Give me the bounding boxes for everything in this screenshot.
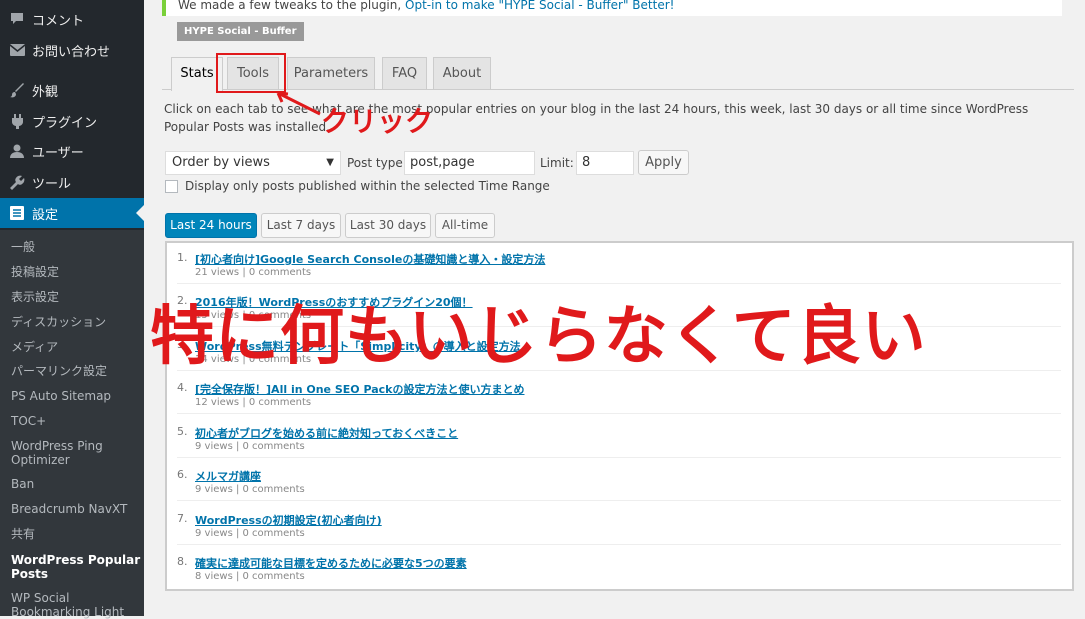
time-range-checkbox[interactable] <box>165 180 178 193</box>
entry-stats: 9 views | 0 comments <box>195 528 305 539</box>
tools-highlight-box <box>216 53 286 93</box>
notice-text: We made a few tweaks to the plugin, <box>178 0 406 12</box>
entry-stats: 9 views | 0 comments <box>195 484 305 495</box>
entry-number: 6. <box>177 468 188 481</box>
admin-sidebar: コメント お問い合わせ 外観 プラグイン ユーザー ツール 設定 一般 投稿設定… <box>0 0 144 619</box>
entry-divider <box>177 283 1061 284</box>
entry-number: 1. <box>177 251 188 264</box>
annotation-arrow-icon <box>276 91 321 116</box>
settings-submenu: 一般 投稿設定 表示設定 ディスカッション メディア パーマリンク設定 PS A… <box>0 230 144 619</box>
submenu-popular-posts[interactable]: WordPress Popular Posts <box>11 553 141 581</box>
entry-title-link[interactable]: 確実に達成可能な目標を定めるために必要な5つの要素 <box>195 555 467 571</box>
submenu-ping-optimizer[interactable]: WordPress Ping Optimizer <box>11 439 141 467</box>
tab-about[interactable]: About <box>433 57 491 89</box>
submenu-share[interactable]: 共有 <box>11 527 141 541</box>
settings-icon <box>8 204 26 222</box>
notice-optin-link[interactable]: Opt-in to make "HYPE Social - Buffer" Be… <box>405 0 674 12</box>
mail-icon <box>8 41 26 59</box>
menu-label: 外観 <box>32 84 59 100</box>
submenu-breadcrumb[interactable]: Breadcrumb NavXT <box>11 502 141 516</box>
time-range-checkbox-label: Display only posts published within the … <box>185 179 550 193</box>
post-type-input[interactable]: post,page <box>404 151 535 175</box>
menu-appearance[interactable]: 外観 <box>0 75 144 105</box>
range-all-time[interactable]: All-time <box>435 213 495 238</box>
entry-stats: 8 views | 0 comments <box>195 571 305 582</box>
entry-title-link[interactable]: [初心者向け]Google Search Consoleの基礎知識と導入・設定方… <box>195 251 545 267</box>
plugin-badge: HYPE Social - Buffer <box>177 22 304 41</box>
active-arrow <box>136 205 144 221</box>
entry-number: 4. <box>177 381 188 394</box>
entry-title-link[interactable]: WordPressの初期設定(初心者向け) <box>195 512 382 528</box>
entry-stats: 9 views | 0 comments <box>195 441 305 452</box>
menu-label: お問い合わせ <box>32 44 111 60</box>
menu-contact[interactable]: お問い合わせ <box>0 35 144 65</box>
tab-parameters[interactable]: Parameters <box>287 57 375 89</box>
entry-title-link[interactable]: メルマガ講座 <box>195 468 261 484</box>
post-type-label: Post type: <box>347 156 407 170</box>
entry-title-link[interactable]: 初心者がブログを始める前に絶対知っておくべきこと <box>195 425 458 441</box>
order-by-select[interactable]: Order by views ▼ <box>165 151 341 175</box>
user-icon <box>8 142 26 160</box>
menu-label: ツール <box>32 176 72 192</box>
menu-users[interactable]: ユーザー <box>0 136 144 166</box>
menu-tools[interactable]: ツール <box>0 167 144 197</box>
submenu-discussion[interactable]: ディスカッション <box>11 315 141 329</box>
click-annotation: クリック <box>321 105 434 138</box>
entry-divider <box>177 500 1061 501</box>
entry-divider <box>177 457 1061 458</box>
entry-stats: 12 views | 0 comments <box>195 397 312 408</box>
menu-comments[interactable]: コメント <box>0 4 144 34</box>
limit-input[interactable]: 8 <box>576 151 634 175</box>
submenu-general[interactable]: 一般 <box>11 240 141 254</box>
submenu-media[interactable]: メディア <box>11 340 141 354</box>
wrench-icon <box>8 173 26 191</box>
menu-label: 設定 <box>32 207 59 223</box>
submenu-toc[interactable]: TOC+ <box>11 414 141 428</box>
menu-label: プラグイン <box>32 115 98 131</box>
entry-title-link[interactable]: [完全保存版！]All in One SEO Packの設定方法と使い方まとめ <box>195 381 524 397</box>
range-last-30-days[interactable]: Last 30 days <box>345 213 431 238</box>
limit-label: Limit: <box>540 156 574 170</box>
apply-button[interactable]: Apply <box>638 150 689 175</box>
main-content: We made a few tweaks to the plugin, Opt-… <box>144 0 1085 616</box>
submenu-ps-auto-sitemap[interactable]: PS Auto Sitemap <box>11 389 141 403</box>
entry-stats: 21 views | 0 comments <box>195 267 312 278</box>
dropdown-caret-icon: ▼ <box>326 157 334 168</box>
plugin-icon <box>8 112 26 130</box>
menu-plugins[interactable]: プラグイン <box>0 106 144 136</box>
submenu-reading[interactable]: 表示設定 <box>11 290 141 304</box>
entry-divider <box>177 544 1061 545</box>
submenu-writing[interactable]: 投稿設定 <box>11 265 141 279</box>
entry-number: 5. <box>177 425 188 438</box>
submenu-permalink[interactable]: パーマリンク設定 <box>11 364 141 378</box>
order-by-value: Order by views <box>172 155 270 170</box>
submenu-ban[interactable]: Ban <box>11 477 141 491</box>
range-last-24-hours[interactable]: Last 24 hours <box>165 213 257 238</box>
tab-faq[interactable]: FAQ <box>382 57 427 89</box>
range-last-7-days[interactable]: Last 7 days <box>261 213 341 238</box>
brush-icon <box>8 81 26 99</box>
comment-icon <box>8 10 26 28</box>
entry-number: 7. <box>177 512 188 525</box>
plugin-notice: We made a few tweaks to the plugin, Opt-… <box>162 0 1062 16</box>
entry-divider <box>177 413 1061 414</box>
menu-label: ユーザー <box>32 145 84 161</box>
menu-settings[interactable]: 設定 <box>0 198 144 228</box>
overlay-annotation: 特に何もいじらなくて良い <box>150 300 927 374</box>
submenu-social-bookmarking[interactable]: WP Social Bookmarking Light <box>11 591 141 619</box>
entry-number: 8. <box>177 555 188 568</box>
menu-label: コメント <box>32 13 85 29</box>
